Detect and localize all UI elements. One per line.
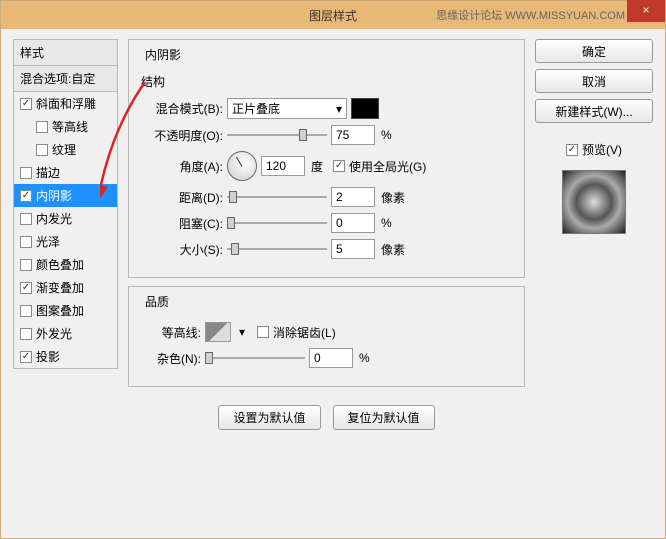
quality-section-label: 品质 [141, 293, 173, 310]
close-button[interactable]: × [627, 0, 665, 22]
antialias-checkbox[interactable] [257, 326, 269, 338]
angle-input[interactable]: 120 [261, 156, 305, 176]
style-item-inner-glow[interactable]: 内发光 [14, 207, 117, 230]
style-item-contour[interactable]: 等高线 [14, 115, 117, 138]
checkbox[interactable] [20, 259, 32, 271]
dialog-body: 样式 混合选项:自定 斜面和浮雕 等高线 纹理 描边 内阴影 内发光 光泽 颜色… [1, 29, 665, 538]
checkbox[interactable] [20, 282, 32, 294]
opacity-row: 不透明度(O): 75 % [141, 125, 512, 145]
angle-unit: 度 [311, 158, 323, 175]
watermark: 思缘设计论坛 WWW.MISSYUAN.COM [436, 7, 625, 23]
preview-checkbox[interactable] [566, 144, 578, 156]
checkbox[interactable] [20, 236, 32, 248]
checkbox[interactable] [20, 351, 32, 363]
size-slider[interactable] [227, 241, 327, 257]
style-item-inner-shadow[interactable]: 内阴影 [14, 184, 117, 207]
distance-label: 距离(D): [141, 189, 223, 206]
noise-unit: % [359, 351, 370, 365]
style-list: 斜面和浮雕 等高线 纹理 描边 内阴影 内发光 光泽 颜色叠加 渐变叠加 图案叠… [13, 92, 118, 369]
dialog-window: 图层样式 思缘设计论坛 WWW.MISSYUAN.COM × 样式 混合选项:自… [0, 0, 666, 539]
choke-row: 阻塞(C): 0 % [141, 213, 512, 233]
checkbox[interactable] [20, 328, 32, 340]
style-item-outer-glow[interactable]: 外发光 [14, 322, 117, 345]
blend-options-row[interactable]: 混合选项:自定 [13, 66, 118, 92]
style-item-texture[interactable]: 纹理 [14, 138, 117, 161]
style-item-pattern-overlay[interactable]: 图案叠加 [14, 299, 117, 322]
opacity-unit: % [381, 128, 392, 142]
style-item-bevel[interactable]: 斜面和浮雕 [14, 92, 117, 115]
style-item-color-overlay[interactable]: 颜色叠加 [14, 253, 117, 276]
size-unit: 像素 [381, 241, 405, 258]
structure-section-label: 结构 [141, 73, 512, 90]
checkbox[interactable] [20, 213, 32, 225]
settings-panel: 内阴影 结构 混合模式(B): 正片叠底▾ 不透明度(O): 75 % 角度(A… [128, 39, 525, 528]
checkbox[interactable] [36, 144, 48, 156]
blend-mode-label: 混合模式(B): [141, 100, 223, 117]
angle-dial[interactable] [227, 151, 257, 181]
checkbox[interactable] [20, 167, 32, 179]
settings-group: 内阴影 结构 混合模式(B): 正片叠底▾ 不透明度(O): 75 % 角度(A… [128, 39, 525, 278]
angle-label: 角度(A): [141, 158, 223, 175]
title-bar: 图层样式 思缘设计论坛 WWW.MISSYUAN.COM × [1, 1, 665, 29]
noise-label: 杂色(N): [141, 350, 201, 367]
opacity-slider[interactable] [227, 127, 327, 143]
set-default-button[interactable]: 设置为默认值 [218, 405, 320, 430]
checkbox[interactable] [20, 305, 32, 317]
ok-button[interactable]: 确定 [535, 39, 653, 63]
size-input[interactable]: 5 [331, 239, 375, 259]
distance-input[interactable]: 2 [331, 187, 375, 207]
contour-picker[interactable] [205, 322, 231, 342]
opacity-input[interactable]: 75 [331, 125, 375, 145]
size-row: 大小(S): 5 像素 [141, 239, 512, 259]
style-item-stroke[interactable]: 描边 [14, 161, 117, 184]
preview-image [562, 170, 626, 234]
distance-unit: 像素 [381, 189, 405, 206]
choke-input[interactable]: 0 [331, 213, 375, 233]
noise-slider[interactable] [205, 350, 305, 366]
distance-row: 距离(D): 2 像素 [141, 187, 512, 207]
noise-row: 杂色(N): 0 % [141, 348, 512, 368]
noise-input[interactable]: 0 [309, 348, 353, 368]
choke-label: 阻塞(C): [141, 215, 223, 232]
new-style-button[interactable]: 新建样式(W)... [535, 99, 653, 123]
dialog-title: 图层样式 [309, 7, 357, 24]
choke-slider[interactable] [227, 215, 327, 231]
checkbox[interactable] [20, 98, 32, 110]
global-light-checkbox[interactable] [333, 160, 345, 172]
global-light-label: 使用全局光(G) [349, 158, 426, 175]
contour-row: 等高线: ▾ 消除锯齿(L) [141, 322, 512, 342]
opacity-label: 不透明度(O): [141, 127, 223, 144]
distance-slider[interactable] [227, 189, 327, 205]
blend-mode-dropdown[interactable]: 正片叠底▾ [227, 98, 347, 119]
contour-label: 等高线: [141, 324, 201, 341]
style-item-gradient-overlay[interactable]: 渐变叠加 [14, 276, 117, 299]
reset-default-button[interactable]: 复位为默认值 [333, 405, 435, 430]
quality-group: 品质 等高线: ▾ 消除锯齿(L) 杂色(N): 0 % [128, 286, 525, 387]
angle-row: 角度(A): 120 度 使用全局光(G) [141, 151, 512, 181]
color-swatch[interactable] [351, 98, 379, 119]
style-list-panel: 样式 混合选项:自定 斜面和浮雕 等高线 纹理 描边 内阴影 内发光 光泽 颜色… [13, 39, 118, 528]
cancel-button[interactable]: 取消 [535, 69, 653, 93]
style-list-header: 样式 [13, 39, 118, 66]
checkbox[interactable] [20, 190, 32, 202]
antialias-label: 消除锯齿(L) [273, 324, 336, 341]
size-label: 大小(S): [141, 241, 223, 258]
action-panel: 确定 取消 新建样式(W)... 预览(V) [535, 39, 653, 528]
default-buttons-row: 设置为默认值 复位为默认值 [128, 405, 525, 430]
style-item-satin[interactable]: 光泽 [14, 230, 117, 253]
preview-area: 预览(V) [535, 135, 653, 234]
blend-mode-row: 混合模式(B): 正片叠底▾ [141, 98, 512, 119]
choke-unit: % [381, 216, 392, 230]
panel-title: 内阴影 [141, 46, 185, 63]
preview-label: 预览(V) [582, 141, 622, 158]
style-item-drop-shadow[interactable]: 投影 [14, 345, 117, 368]
checkbox[interactable] [36, 121, 48, 133]
chevron-down-icon: ▾ [336, 102, 342, 116]
